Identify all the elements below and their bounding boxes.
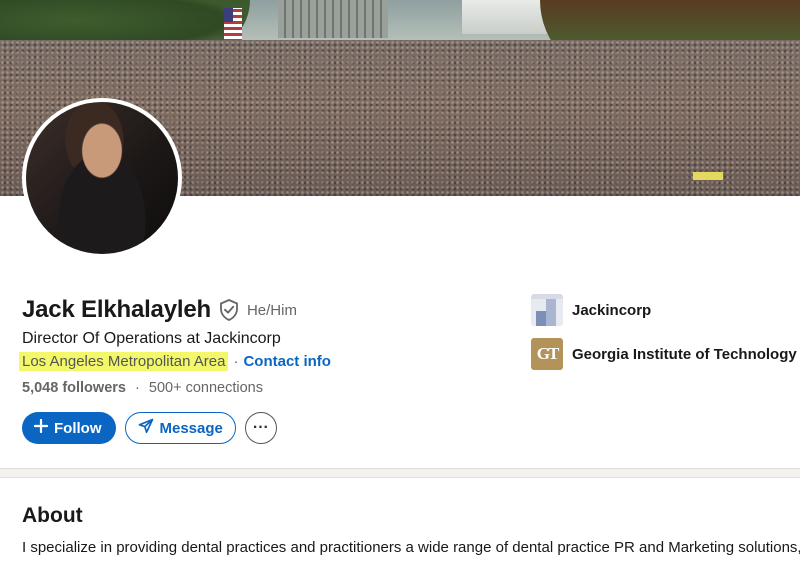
message-button[interactable]: Message bbox=[124, 412, 236, 444]
org-item-georgia-tech[interactable]: GT Georgia Institute of Technology bbox=[531, 338, 797, 370]
headline: Director Of Operations at Jackincorp bbox=[22, 330, 281, 347]
org-name: Georgia Institute of Technology bbox=[572, 345, 797, 363]
georgia-tech-logo: GT bbox=[531, 338, 563, 370]
org-item-jackincorp[interactable]: Jackincorp bbox=[531, 294, 797, 326]
followers-count[interactable]: 5,048 followers bbox=[22, 380, 126, 396]
more-actions-button[interactable]: ··· bbox=[244, 412, 277, 444]
org-list: Jackincorp GT Georgia Institute of Techn… bbox=[531, 294, 797, 382]
org-name: Jackincorp bbox=[572, 301, 652, 319]
flag-icon bbox=[224, 8, 242, 42]
name-row: Jack Elkhalayleh He/Him bbox=[22, 294, 297, 326]
profile-actions: Follow Message ··· bbox=[22, 412, 277, 444]
location: Los Angeles Metropolitan Area bbox=[19, 352, 229, 371]
about-title: About bbox=[22, 504, 83, 527]
contact-info-link[interactable]: Contact info bbox=[243, 353, 331, 370]
connections-count[interactable]: 500+ connections bbox=[149, 380, 263, 396]
plus-icon bbox=[33, 418, 49, 437]
shield-check-icon[interactable] bbox=[219, 299, 239, 321]
network-row: 5,048 followers · 500+ connections bbox=[22, 380, 263, 396]
location-row: Los Angeles Metropolitan Area · Contact … bbox=[19, 352, 331, 371]
separator: · bbox=[233, 353, 239, 370]
send-icon bbox=[138, 418, 154, 438]
jackincorp-logo bbox=[531, 294, 563, 326]
profile-name: Jack Elkhalayleh bbox=[22, 296, 211, 323]
more-icon: ··· bbox=[252, 419, 269, 436]
message-label: Message bbox=[159, 419, 223, 437]
about-text: I specialize in providing dental practic… bbox=[22, 539, 800, 556]
about-section: About I specialize in providing dental p… bbox=[0, 477, 800, 568]
profile-card: Jack Elkhalayleh He/Him Director Of Oper… bbox=[0, 0, 800, 469]
follow-label: Follow bbox=[54, 419, 102, 437]
avatar[interactable] bbox=[22, 98, 182, 258]
separator: · bbox=[135, 380, 140, 396]
follow-button[interactable]: Follow bbox=[22, 412, 116, 444]
pronouns: He/Him bbox=[246, 301, 297, 319]
